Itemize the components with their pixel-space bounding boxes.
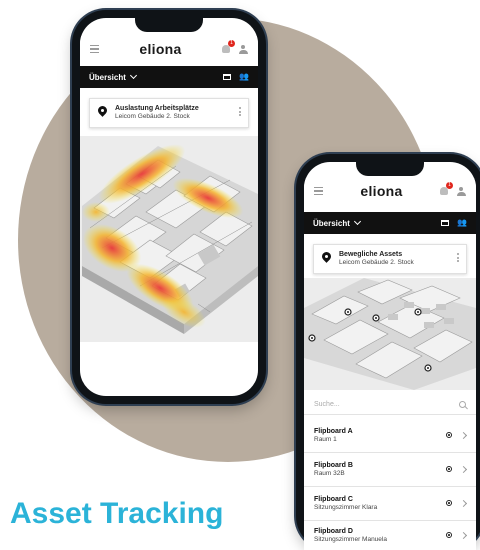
- asset-location: Sitzungszimmer Manuela: [314, 535, 387, 543]
- location-card[interactable]: Auslastung Arbeitsplätze Leicom Gebäude …: [89, 98, 249, 128]
- chevron-right-icon: [459, 431, 468, 439]
- hamburger-icon[interactable]: [90, 44, 99, 54]
- headline: Asset Tracking: [10, 497, 224, 530]
- locate-icon[interactable]: [446, 432, 452, 438]
- chevron-right-icon: [459, 499, 468, 507]
- user-icon[interactable]: [456, 186, 466, 196]
- search-icon[interactable]: [459, 400, 466, 408]
- asset-search[interactable]: Suche...: [304, 394, 476, 415]
- asset-location: Sitzungszimmer Klara: [314, 503, 378, 511]
- more-options-icon[interactable]: [239, 107, 241, 116]
- asset-list-item[interactable]: Flipboard A Raum 1: [304, 418, 476, 453]
- phone-right: eliona 1 Übersicht 👥 Bewegliche Assets L…: [296, 154, 480, 550]
- app-logo: eliona: [139, 41, 182, 57]
- view-toolbar: Übersicht 👥: [304, 212, 476, 234]
- asset-name: Flipboard C: [314, 495, 353, 503]
- bell-icon[interactable]: 1: [439, 182, 453, 195]
- app-logo: eliona: [360, 183, 403, 199]
- top-bar: eliona 1: [304, 178, 476, 204]
- chevron-right-icon: [459, 531, 468, 539]
- search-placeholder: Suche...: [314, 400, 340, 408]
- people-icon[interactable]: 👥: [239, 73, 249, 81]
- more-options-icon[interactable]: [457, 253, 459, 262]
- phone-right-screen: eliona 1 Übersicht 👥 Bewegliche Assets L…: [304, 162, 476, 550]
- notification-badge: 1: [445, 182, 453, 189]
- card-title: Auslastung Arbeitsplätze: [115, 105, 199, 112]
- location-pin-icon: [322, 252, 331, 263]
- card-subtitle: Leicom Gebäude 2. Stock: [115, 113, 190, 120]
- location-pin-icon: [98, 106, 107, 117]
- phone-left: eliona 1 Übersicht 👥 Auslastung Arbeitsp…: [72, 10, 266, 404]
- view-toolbar: Übersicht 👥: [80, 66, 258, 88]
- locate-icon[interactable]: [446, 466, 452, 472]
- location-card[interactable]: Bewegliche Assets Leicom Gebäude 2. Stoc…: [313, 244, 467, 274]
- chevron-down-icon: [129, 71, 137, 80]
- asset-name: Flipboard D: [314, 527, 353, 535]
- chevron-right-icon: [459, 465, 468, 473]
- people-icon[interactable]: 👥: [457, 219, 467, 227]
- floor-plan-svg: [304, 278, 476, 390]
- phone-notch: [135, 18, 203, 32]
- user-icon[interactable]: [238, 44, 248, 54]
- view-label: Übersicht: [313, 218, 350, 228]
- bell-icon[interactable]: 1: [221, 40, 235, 53]
- floor-plan-svg: [80, 136, 258, 342]
- view-label: Übersicht: [89, 72, 126, 82]
- notification-badge: 1: [227, 40, 235, 47]
- phone-notch: [356, 162, 424, 176]
- chevron-down-icon: [353, 217, 361, 226]
- view-selector[interactable]: Übersicht: [89, 71, 137, 82]
- asset-name: Flipboard B: [314, 461, 353, 469]
- phone-left-screen: eliona 1 Übersicht 👥 Auslastung Arbeitsp…: [80, 18, 258, 396]
- top-bar: eliona 1: [80, 36, 258, 62]
- view-selector[interactable]: Übersicht: [313, 217, 361, 228]
- asset-list-item[interactable]: Flipboard C Sitzungszimmer Klara: [304, 486, 476, 521]
- asset-name: Flipboard A: [314, 427, 353, 435]
- asset-list-item[interactable]: Flipboard B Raum 32B: [304, 452, 476, 487]
- asset-list-item[interactable]: Flipboard D Sitzungszimmer Manuela: [304, 520, 476, 550]
- hamburger-icon[interactable]: [314, 186, 323, 196]
- asset-location: Raum 32B: [314, 469, 345, 477]
- floor-plan-heatmap[interactable]: [80, 136, 258, 342]
- asset-location: Raum 1: [314, 435, 337, 443]
- locate-icon[interactable]: [446, 532, 452, 538]
- window-icon[interactable]: [223, 74, 232, 80]
- card-title: Bewegliche Assets: [339, 251, 403, 258]
- floor-plan-asset-map[interactable]: [304, 278, 476, 390]
- locate-icon[interactable]: [446, 500, 452, 506]
- card-subtitle: Leicom Gebäude 2. Stock: [339, 259, 414, 266]
- window-icon[interactable]: [441, 220, 450, 226]
